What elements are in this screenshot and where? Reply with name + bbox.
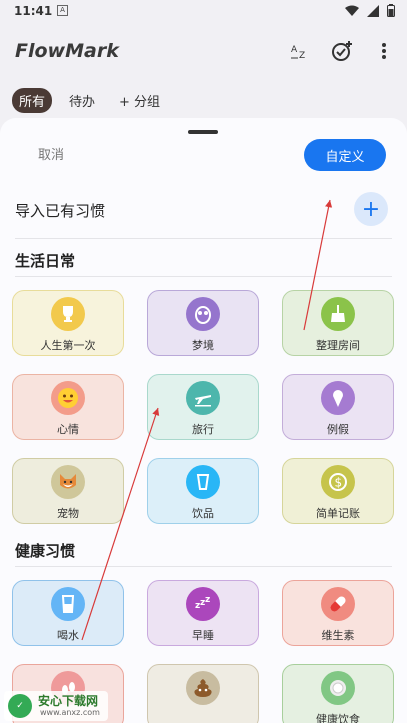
filter-all[interactable]: 所有: [12, 87, 53, 113]
svg-text:Z: Z: [299, 51, 305, 60]
svg-text:$: $: [335, 476, 343, 490]
app-title: FlowMark: [15, 40, 119, 62]
icecream-icon: [321, 381, 355, 415]
section-title-health: 健康习惯: [15, 542, 76, 560]
sleep-icon: zzz: [186, 587, 220, 621]
smile-icon: [51, 381, 85, 415]
habit-label: 维生素: [321, 629, 355, 642]
import-row[interactable]: 导入已有习惯 +: [15, 192, 392, 239]
sort-az-icon[interactable]: AZ: [289, 40, 311, 62]
habit-card[interactable]: 梦境: [147, 290, 259, 356]
habit-card[interactable]: 整理房间: [282, 290, 394, 356]
status-indicator: A: [57, 5, 68, 16]
broom-icon: [321, 297, 355, 331]
habit-card[interactable]: 宠物: [12, 458, 124, 524]
bottom-sheet: 取消 自定义 导入已有习惯 + 生活日常 人生第一次 梦境 整理房间 心情 旅行…: [0, 118, 407, 723]
svg-text:z: z: [205, 595, 210, 605]
habit-label: 心情: [57, 423, 79, 436]
watermark-url: www.anxz.com: [40, 708, 100, 717]
watermark-logo-icon: ✓: [8, 694, 32, 718]
cancel-button[interactable]: 取消: [38, 144, 64, 163]
import-label: 导入已有习惯: [15, 202, 106, 220]
dog-icon: [51, 465, 85, 499]
habit-card[interactable]: $ 简单记账: [282, 458, 394, 524]
filter-bar: 所有 待办 + 分组: [12, 87, 167, 113]
habit-label: 整理房间: [316, 339, 360, 352]
add-check-icon[interactable]: [331, 40, 353, 62]
svg-text:A: A: [291, 45, 298, 55]
habit-label: 人生第一次: [40, 339, 96, 352]
drag-handle[interactable]: [188, 130, 218, 134]
habit-label: 梦境: [192, 339, 214, 352]
habit-card[interactable]: 旅行: [147, 374, 259, 440]
habit-label: 宠物: [57, 507, 79, 520]
habit-card[interactable]: 维生素: [282, 580, 394, 646]
habit-label: 喝水: [57, 629, 79, 642]
plane-icon: [186, 381, 220, 415]
habit-card[interactable]: 健康饮食: [282, 664, 394, 723]
status-time: 11:41: [14, 4, 53, 18]
plate-icon: [321, 671, 355, 705]
habit-card[interactable]: 例假: [282, 374, 394, 440]
poop-icon: [186, 671, 220, 705]
app-bar: FlowMark AZ: [0, 22, 407, 80]
battery-icon: [387, 4, 395, 17]
section-health: 健康习惯: [15, 536, 392, 567]
habit-label: 早睡: [192, 629, 214, 642]
habit-card[interactable]: 心情: [12, 374, 124, 440]
pill-icon: [321, 587, 355, 621]
habit-label: 健康饮食: [316, 713, 360, 723]
section-title-life: 生活日常: [15, 252, 76, 270]
status-bar: 11:41 A: [0, 0, 407, 22]
habit-label: 饮品: [192, 507, 214, 520]
app-actions: AZ: [289, 40, 395, 62]
habit-card[interactable]: 饮品: [147, 458, 259, 524]
more-icon[interactable]: [373, 40, 395, 62]
habit-label: 旅行: [192, 423, 214, 436]
section-life: 生活日常: [15, 246, 392, 277]
add-button[interactable]: +: [354, 192, 388, 226]
habit-card[interactable]: 喝水: [12, 580, 124, 646]
custom-button[interactable]: 自定义: [304, 139, 386, 171]
trophy-icon: [51, 297, 85, 331]
status-icons: [345, 4, 395, 17]
habit-label: 简单记账: [316, 507, 360, 520]
signal-icon: [367, 4, 379, 17]
watermark-title: 安心下载网: [38, 694, 99, 708]
owl-icon: [186, 297, 220, 331]
cup-icon: [186, 465, 220, 499]
glass-icon: [51, 587, 85, 621]
watermark: ✓ 安心下载网 www.anxz.com: [4, 691, 108, 721]
filter-todo[interactable]: 待办: [62, 88, 102, 113]
habit-label: 例假: [327, 423, 349, 436]
habit-card[interactable]: 人生第一次: [12, 290, 124, 356]
habit-card[interactable]: [147, 664, 259, 723]
coin-icon: $: [321, 465, 355, 499]
habit-card[interactable]: zzz 早睡: [147, 580, 259, 646]
wifi-icon: [345, 5, 359, 16]
filter-add-group[interactable]: + 分组: [112, 88, 167, 113]
